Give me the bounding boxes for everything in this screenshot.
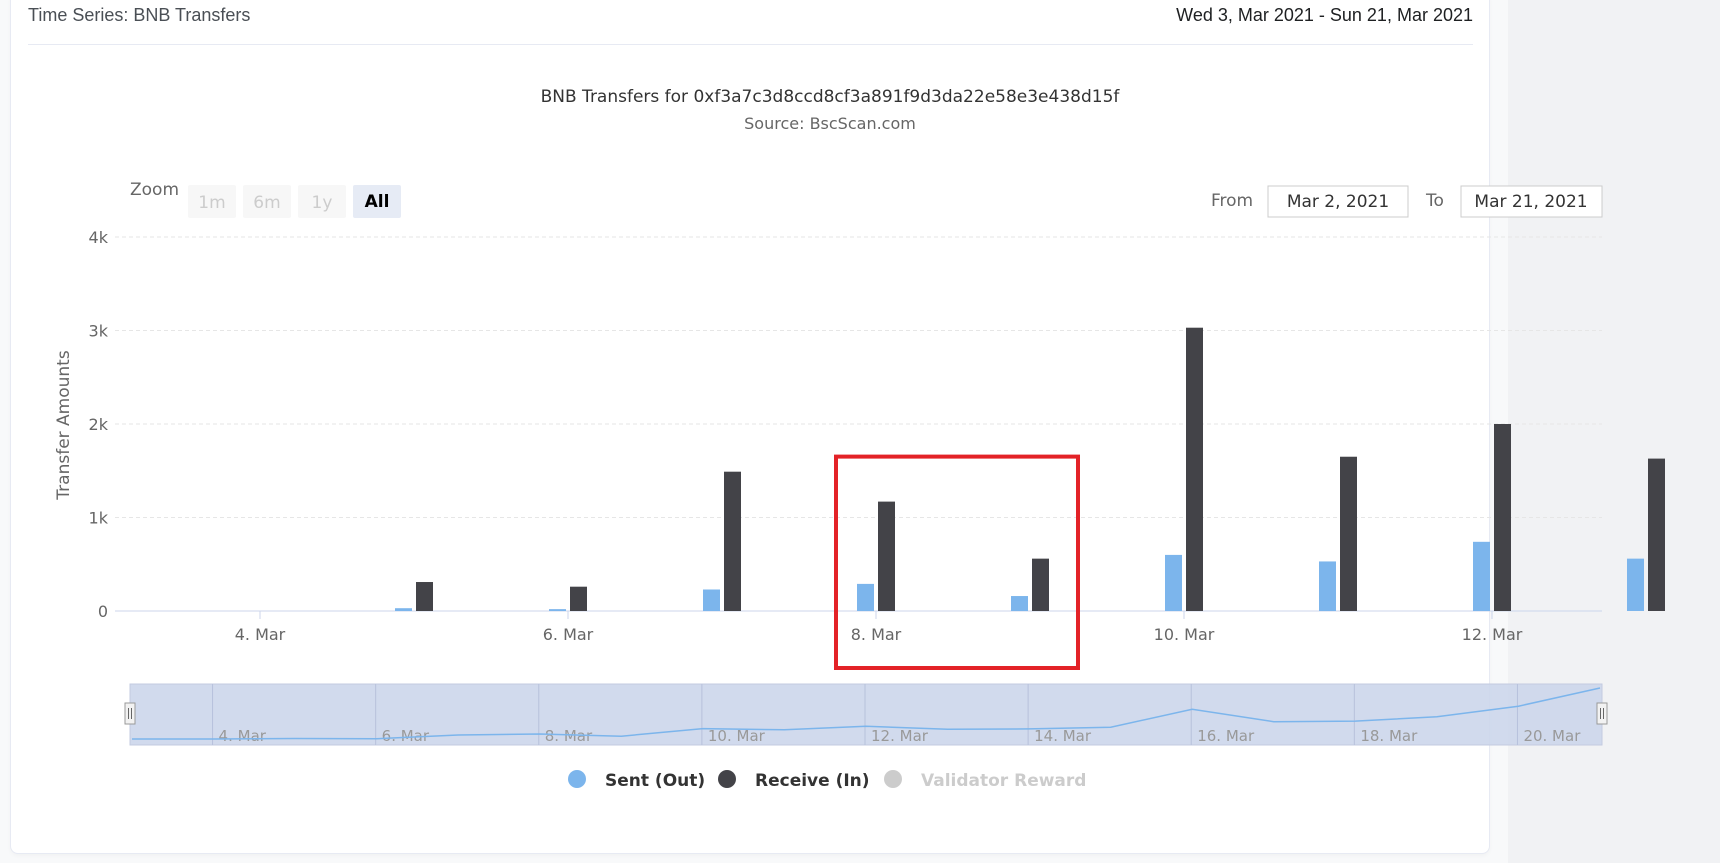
navigator-right-handle[interactable] <box>1596 702 1608 725</box>
legend-item-receive[interactable]: Receive (In) <box>718 770 870 791</box>
x-tick-label: 8. Mar <box>851 625 902 644</box>
sent-bar[interactable] <box>549 609 566 611</box>
to-label: To <box>1425 191 1444 211</box>
y-tick-label: 0 <box>98 602 108 621</box>
x-tick-label: 12. Mar <box>1462 625 1523 644</box>
legend: Sent (Out) Receive (In) Validator Reward <box>568 770 1086 791</box>
navigator-tick-label: 20. Mar <box>1523 727 1581 745</box>
navigator-left-handle[interactable] <box>124 702 136 725</box>
sent-bar[interactable] <box>857 583 874 611</box>
y-axis-title: Transfer Amounts <box>54 350 74 501</box>
legend-symbol <box>718 770 736 788</box>
receive-bar[interactable] <box>1186 327 1203 611</box>
navigator-tick-label: 14. Mar <box>1034 727 1092 745</box>
grid-lines <box>115 236 1602 612</box>
chart-title: BNB Transfers for 0xf3a7c3d8ccd8cf3a891f… <box>541 87 1121 107</box>
receive-bar[interactable] <box>570 586 587 611</box>
y-tick-label: 2k <box>89 415 109 434</box>
range-selector: From Mar 2, 2021 To Mar 21, 2021 <box>1211 185 1603 218</box>
sent-bar[interactable] <box>1165 554 1182 611</box>
zoom-button-1m[interactable]: 1m <box>188 185 236 218</box>
zoom-button-6m-label: 6m <box>253 193 280 213</box>
receive-bar[interactable] <box>878 501 895 611</box>
zoom-button-1y[interactable]: 1y <box>298 185 346 218</box>
bnb-transfers-chart: BNB Transfers for 0xf3a7c3d8ccd8cf3a891f… <box>54 87 1665 791</box>
y-tick-label: 3k <box>89 322 109 341</box>
zoom-button-1y-label: 1y <box>312 193 333 213</box>
x-tick-label: 10. Mar <box>1154 625 1215 644</box>
sent-bar[interactable] <box>1627 558 1644 611</box>
from-date-value: Mar 2, 2021 <box>1287 192 1389 212</box>
to-date-value: Mar 21, 2021 <box>1474 192 1587 212</box>
zoom-button-all-label: All <box>365 192 390 212</box>
x-tick-label: 6. Mar <box>543 625 594 644</box>
receive-bar[interactable] <box>1648 458 1665 611</box>
receive-bar[interactable] <box>416 582 433 611</box>
legend-label: Sent (Out) <box>605 771 705 791</box>
navigator-tick-label: 12. Mar <box>871 727 929 745</box>
zoom-button-all[interactable]: All <box>353 185 401 218</box>
legend-item-sent[interactable]: Sent (Out) <box>568 770 705 791</box>
legend-label: Validator Reward <box>921 771 1086 791</box>
sent-bar[interactable] <box>1473 541 1490 611</box>
sent-bar[interactable] <box>1011 596 1028 611</box>
from-date-input[interactable]: Mar 2, 2021 <box>1267 185 1409 218</box>
x-axis: 4. Mar6. Mar8. Mar10. Mar12. Mar14. Mar1… <box>235 611 1523 644</box>
navigator-tick-label: 8. Mar <box>545 727 593 745</box>
sent-bar[interactable] <box>1319 561 1336 611</box>
zoom-controls: Zoom 1m 6m 1y All <box>130 180 401 218</box>
navigator-tick-label: 16. Mar <box>1197 727 1255 745</box>
legend-symbol <box>884 770 902 788</box>
sent-bar[interactable] <box>703 589 720 611</box>
receive-bar[interactable] <box>1340 456 1357 611</box>
legend-label: Receive (In) <box>755 771 870 791</box>
chart-subtitle: Source: BscScan.com <box>744 114 916 133</box>
to-date-input[interactable]: Mar 21, 2021 <box>1460 185 1603 218</box>
zoom-button-1m-label: 1m <box>198 193 225 213</box>
y-tick-label: 1k <box>89 509 109 528</box>
from-label: From <box>1211 191 1253 211</box>
x-tick-label: 4. Mar <box>235 625 286 644</box>
zoom-button-6m[interactable]: 6m <box>243 185 291 218</box>
y-axis-ticks: 0 1k 2k 3k 4k <box>89 228 109 621</box>
navigator-tick-label: 4. Mar <box>219 727 267 745</box>
navigator-tick-label: 18. Mar <box>1360 727 1418 745</box>
zoom-label: Zoom <box>130 180 179 200</box>
highlight-annotations <box>834 454 1080 671</box>
navigator[interactable]: 4. Mar 6. Mar 8. Mar 10. Mar 12. Mar 14. Mar 1… <box>124 683 1608 746</box>
receive-bar[interactable] <box>724 471 741 611</box>
sent-bar[interactable] <box>395 608 412 611</box>
receive-bar[interactable] <box>1032 558 1049 611</box>
receive-bar[interactable] <box>1494 424 1511 611</box>
legend-symbol <box>568 770 586 788</box>
legend-item-validator[interactable]: Validator Reward <box>884 770 1086 791</box>
y-tick-label: 4k <box>89 228 109 247</box>
